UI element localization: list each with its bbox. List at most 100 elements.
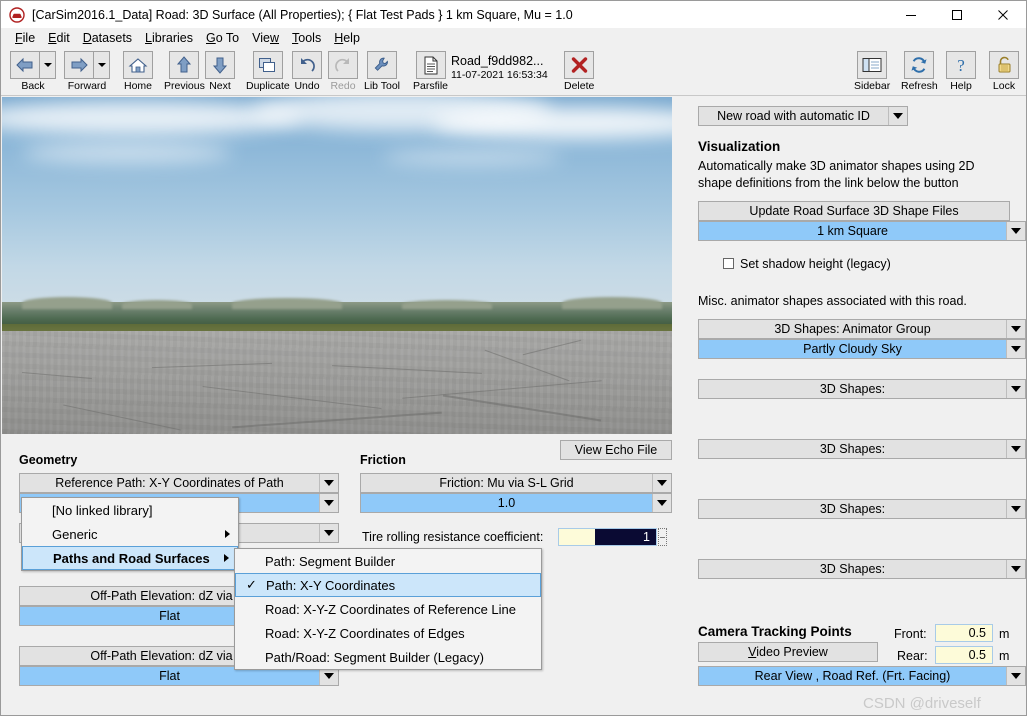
toolbar-back[interactable]: Back — [10, 51, 56, 92]
toolbar-lock[interactable]: Lock — [989, 51, 1019, 92]
wrench-icon[interactable] — [367, 51, 397, 79]
submenu-item-path-xy-coordinates[interactable]: ✓ Path: X-Y Coordinates — [235, 573, 541, 597]
arrow-down-icon[interactable] — [205, 51, 235, 79]
chevron-down-icon[interactable] — [1006, 500, 1025, 518]
menu-edit[interactable]: Edit — [42, 30, 77, 46]
cloud — [22, 143, 232, 163]
rolling-resistance-input[interactable]: 1 — [558, 528, 657, 546]
shape-file-combo[interactable]: 1 km Square — [698, 221, 1026, 241]
chevron-down-icon[interactable] — [1006, 440, 1025, 458]
close-icon[interactable] — [980, 1, 1026, 28]
chevron-down-icon[interactable] — [652, 494, 671, 512]
chevron-down-icon[interactable] — [888, 107, 907, 125]
toolbar-previous[interactable]: Previous — [164, 51, 205, 92]
back-dropdown-arrow[interactable] — [40, 51, 56, 79]
menu-libraries[interactable]: Libraries — [139, 30, 200, 46]
toolbar-label: Lib Tool — [364, 80, 401, 92]
hill-bump — [402, 300, 492, 309]
chevron-down-icon[interactable] — [1006, 320, 1025, 338]
menu-goto[interactable]: Go To — [200, 30, 246, 46]
chevron-down-icon[interactable] — [1006, 340, 1025, 358]
camera-view-combo[interactable]: Rear View , Road Ref. (Frt. Facing) — [698, 666, 1026, 686]
refresh-icon[interactable] — [904, 51, 935, 79]
animator-group-combo[interactable]: 3D Shapes: Animator Group — [698, 319, 1026, 339]
friction-model-label: Friction: Mu via S-L Grid — [439, 476, 574, 490]
menu-item-paths-and-road-surfaces[interactable]: Paths and Road Surfaces — [22, 546, 238, 570]
menu-help[interactable]: Help — [328, 30, 367, 46]
toolbar-delete[interactable]: Delete — [564, 51, 594, 92]
document-icon[interactable] — [415, 51, 446, 79]
checkbox-icon[interactable] — [723, 258, 734, 269]
watermark: CSDN @driveself — [863, 695, 981, 712]
shape-slot-1-combo[interactable]: 3D Shapes: — [698, 379, 1026, 399]
menu-datasets[interactable]: Datasets — [77, 30, 139, 46]
chevron-down-icon[interactable] — [319, 524, 338, 542]
submenu-item-label: Road: X-Y-Z Coordinates of Reference Lin… — [265, 601, 516, 617]
video-preview-button[interactable]: Video Preview — [698, 642, 878, 662]
shape-slot-3-combo[interactable]: 3D Shapes: — [698, 499, 1026, 519]
maximize-icon[interactable] — [934, 1, 980, 28]
toolbar-home[interactable]: Home — [123, 51, 153, 92]
dataset-combo[interactable]: New road with automatic ID — [698, 106, 908, 126]
submenu-item-path-road-segment-builder-legacy[interactable]: Path/Road: Segment Builder (Legacy) — [235, 645, 541, 669]
rolling-resistance-spinner[interactable] — [658, 528, 667, 546]
menu-file[interactable]: File — [9, 30, 42, 46]
submenu-item-road-xyz-edges[interactable]: Road: X-Y-Z Coordinates of Edges — [235, 621, 541, 645]
toolbar-parsfile[interactable]: Parsfile — [413, 51, 448, 92]
chevron-down-icon[interactable] — [1006, 380, 1025, 398]
toolbar-refresh[interactable]: Refresh — [901, 51, 938, 92]
toolbar-lib-tool[interactable]: Lib Tool — [364, 51, 400, 92]
duplicate-icon[interactable] — [252, 51, 283, 79]
chevron-down-icon[interactable] — [1006, 667, 1025, 685]
toolbar-duplicate[interactable]: Duplicate — [246, 51, 290, 92]
submenu-item-path-segment-builder[interactable]: Path: Segment Builder — [235, 549, 541, 573]
view-echo-file-button[interactable]: View Echo File — [560, 440, 672, 460]
visualization-text-line1: Automatically make 3D animator shapes us… — [698, 159, 975, 173]
friction-value-label: 1.0 — [361, 494, 652, 512]
friction-model-combo[interactable]: Friction: Mu via S-L Grid — [360, 473, 672, 493]
geometry-heading: Geometry — [19, 453, 78, 467]
toolbar-undo[interactable]: Undo — [292, 51, 322, 92]
shadow-height-checkbox[interactable]: Set shadow height (legacy) — [723, 257, 891, 271]
chevron-down-icon[interactable] — [1006, 560, 1025, 578]
chevron-down-icon[interactable] — [319, 494, 338, 512]
submenu-item-road-xyz-reference-line[interactable]: Road: X-Y-Z Coordinates of Reference Lin… — [235, 597, 541, 621]
padlock-icon[interactable] — [989, 51, 1019, 79]
toolbar-next[interactable]: Next — [205, 51, 235, 92]
toolbar-forward[interactable]: Forward — [64, 51, 110, 92]
undo-icon[interactable] — [292, 51, 322, 79]
menu-view[interactable]: View — [246, 30, 286, 46]
library-submenu[interactable]: Path: Segment Builder ✓ Path: X-Y Coordi… — [234, 548, 542, 670]
chevron-down-icon[interactable] — [652, 474, 671, 492]
sidebar-icon[interactable] — [857, 51, 888, 79]
submenu-item-label: Path/Road: Segment Builder (Legacy) — [265, 649, 484, 665]
friction-value-combo[interactable]: 1.0 — [360, 493, 672, 513]
menu-item-no-linked-library[interactable]: [No linked library] — [22, 498, 238, 522]
arrow-left-icon[interactable] — [10, 51, 40, 79]
parsfile-info: Road_f9dd982... 11-07-2021 16:53:34 — [451, 54, 548, 82]
shape-file-value: 1 km Square — [699, 222, 1006, 240]
rear-tracking-input[interactable]: 0.5 — [935, 646, 993, 664]
arrow-right-icon[interactable] — [64, 51, 94, 79]
front-tracking-input[interactable]: 0.5 — [935, 624, 993, 642]
forward-dropdown-arrow[interactable] — [94, 51, 110, 79]
toolbar-sidebar[interactable]: Sidebar — [854, 51, 890, 92]
toolbar-help[interactable]: ? Help — [946, 51, 976, 92]
animator-group-value-combo[interactable]: Partly Cloudy Sky — [698, 339, 1026, 359]
shape-slot-2-combo[interactable]: 3D Shapes: — [698, 439, 1026, 459]
menu-item-generic[interactable]: Generic — [22, 522, 238, 546]
reference-path-combo[interactable]: Reference Path: X-Y Coordinates of Path — [19, 473, 339, 493]
update-road-surface-button[interactable]: Update Road Surface 3D Shape Files — [698, 201, 1010, 221]
red-x-icon[interactable] — [564, 51, 595, 79]
chevron-down-icon[interactable] — [319, 474, 338, 492]
minimize-icon[interactable] — [888, 1, 934, 28]
home-icon[interactable] — [123, 51, 153, 79]
arrow-up-icon[interactable] — [169, 51, 200, 79]
chevron-down-icon[interactable] — [1006, 222, 1025, 240]
library-dropdown-menu[interactable]: [No linked library] Generic Paths and Ro… — [21, 497, 239, 571]
svg-text:?: ? — [957, 56, 965, 74]
question-mark-icon[interactable]: ? — [946, 51, 976, 79]
shape-slot-4-combo[interactable]: 3D Shapes: — [698, 559, 1026, 579]
3d-road-preview[interactable] — [2, 97, 672, 434]
menu-tools[interactable]: Tools — [286, 30, 328, 46]
